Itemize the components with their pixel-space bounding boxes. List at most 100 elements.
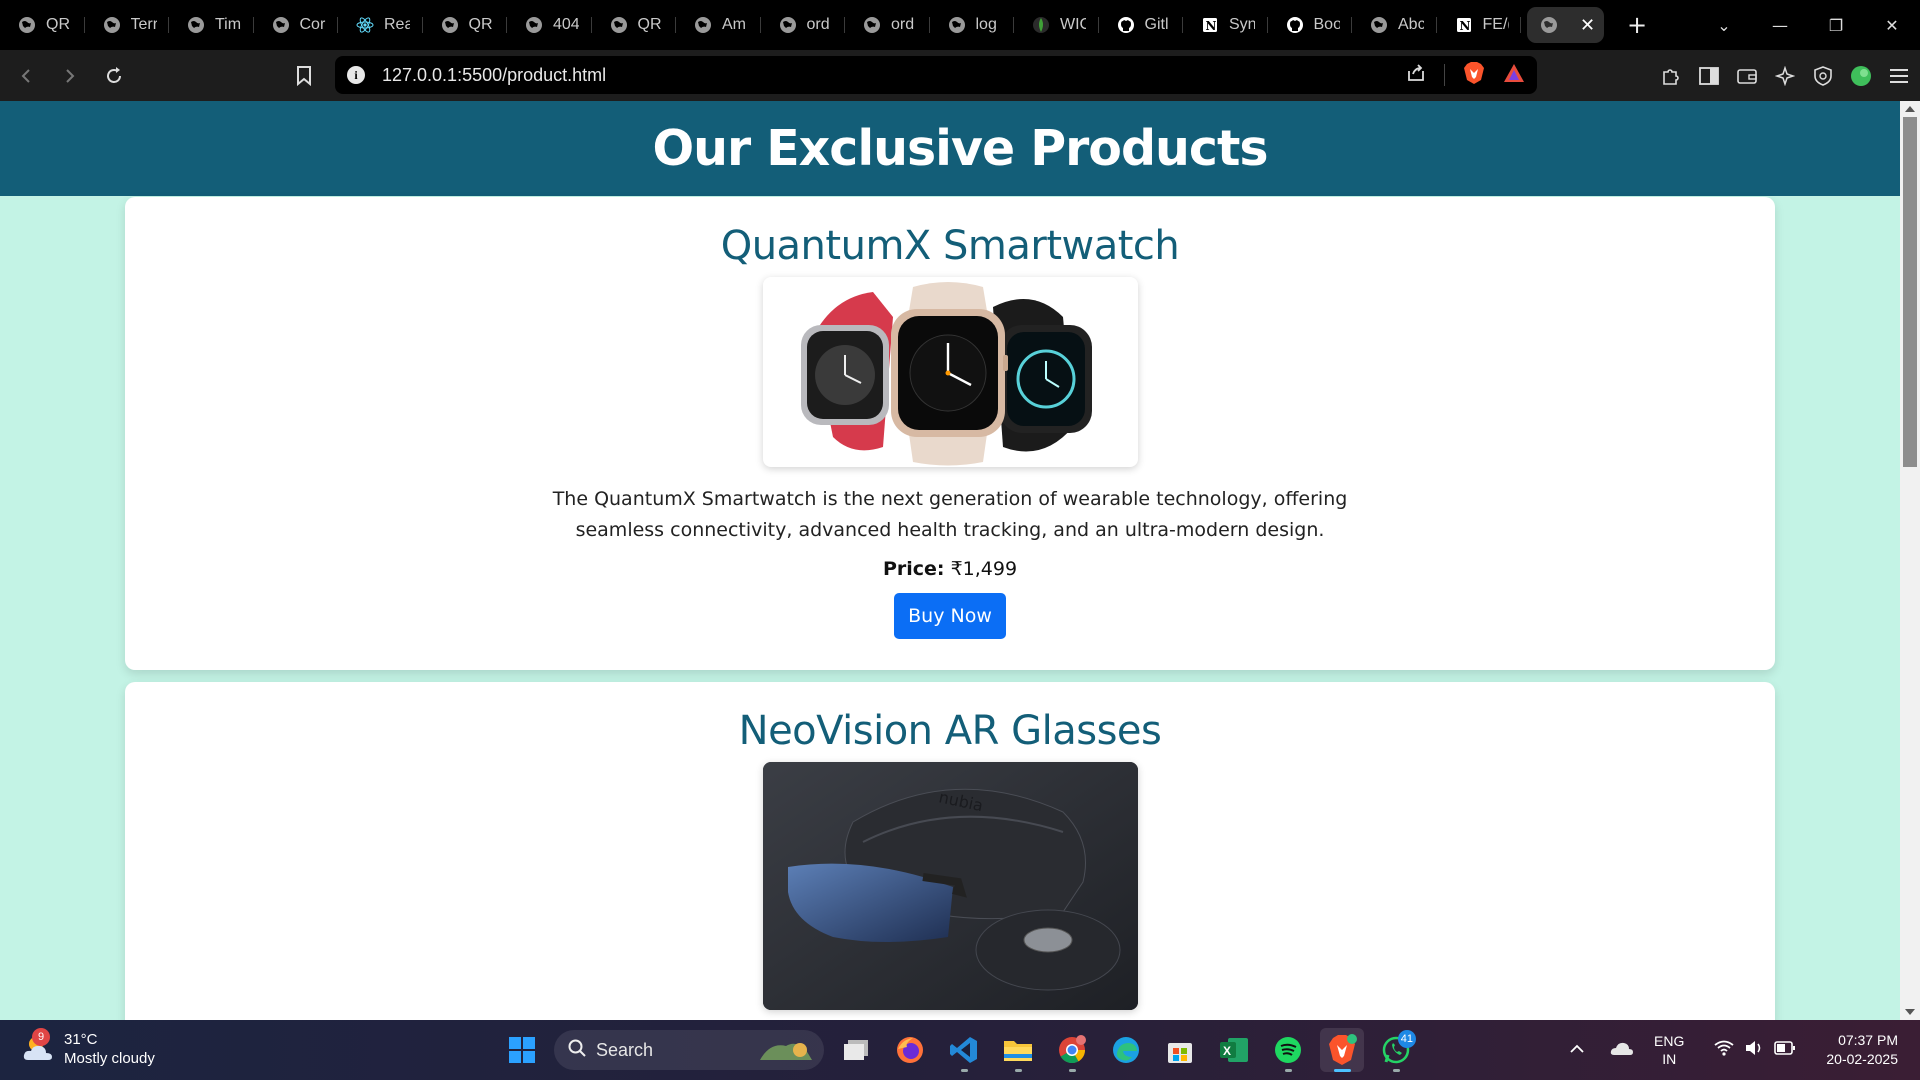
microsoft-store-icon[interactable]: [1158, 1028, 1202, 1072]
browser-tab[interactable]: Abc: [1352, 7, 1437, 43]
taskbar-apps: Search X 41: [500, 1020, 1428, 1080]
volume-icon[interactable]: [1744, 1040, 1764, 1061]
browser-tab[interactable]: ord: [761, 7, 846, 43]
wallet-icon[interactable]: [1736, 65, 1758, 87]
globe-icon: [187, 16, 205, 34]
tab-title: Gitl: [1144, 16, 1169, 33]
battery-icon[interactable]: [1774, 1040, 1796, 1060]
wifi-icon[interactable]: [1714, 1040, 1734, 1061]
sidebar-icon[interactable]: [1698, 65, 1720, 87]
brave-rewards-icon[interactable]: [1503, 63, 1525, 87]
notion-icon: N: [1201, 16, 1219, 34]
restore-button[interactable]: ❐: [1808, 16, 1864, 35]
browser-tab[interactable]: WIC: [1014, 7, 1099, 43]
tab-title: QR: [637, 16, 662, 33]
language-indicator[interactable]: ENG IN: [1654, 1032, 1684, 1068]
clock[interactable]: 07:37 PM 20-02-2025: [1826, 1031, 1898, 1069]
weather-widget[interactable]: 9 31°C Mostly cloudy: [22, 1028, 155, 1068]
ar-glasses-image: nubia: [762, 762, 1138, 1010]
brave-shields-icon[interactable]: [1463, 61, 1485, 89]
taskbar-search[interactable]: Search: [554, 1030, 824, 1070]
extensions-icon[interactable]: [1660, 65, 1682, 87]
back-button[interactable]: [8, 58, 44, 94]
tab-title: Syn: [1229, 16, 1255, 33]
whatsapp-icon[interactable]: 41: [1374, 1028, 1418, 1072]
site-info-icon[interactable]: i: [347, 66, 365, 84]
chevron-up-icon[interactable]: [1570, 1041, 1584, 1059]
product-card: QuantumX Smartwatch The QuantumX Smartwa…: [125, 197, 1775, 670]
close-window-button[interactable]: ✕: [1864, 16, 1920, 35]
svg-text:N: N: [1206, 19, 1217, 33]
firefox-icon[interactable]: [888, 1028, 932, 1072]
weather-condition: Mostly cloudy: [64, 1050, 155, 1067]
tab-title: Tim: [215, 16, 241, 33]
tab-search-icon[interactable]: ⌄: [1696, 16, 1752, 35]
onedrive-icon[interactable]: [1610, 1040, 1634, 1061]
tab-title: ord: [891, 16, 915, 33]
forward-button[interactable]: [52, 58, 88, 94]
minimize-button[interactable]: —: [1752, 16, 1808, 35]
globe-icon: [441, 16, 459, 34]
profile-avatar[interactable]: [1850, 65, 1872, 87]
scroll-up-arrow[interactable]: [1905, 106, 1915, 112]
tab-title: 404: [553, 16, 579, 33]
start-button[interactable]: [500, 1028, 544, 1072]
spotify-icon[interactable]: [1266, 1028, 1310, 1072]
browser-tab[interactable]: Tim: [169, 7, 254, 43]
globe-icon: [779, 16, 797, 34]
bookmark-icon[interactable]: [296, 66, 312, 90]
tab-title: Cor: [299, 16, 326, 33]
product-description: The QuantumX Smartwatch is the next gene…: [552, 488, 1348, 541]
share-icon[interactable]: [1406, 63, 1426, 87]
buy-now-button[interactable]: Buy Now: [894, 593, 1006, 639]
browser-tab[interactable]: N FE/(: [1437, 7, 1522, 43]
weather-badge: 9: [32, 1028, 50, 1046]
globe-icon: [694, 16, 712, 34]
url-text[interactable]: 127.0.0.1:5500/product.html: [382, 65, 606, 86]
globe-icon: [948, 16, 966, 34]
browser-tab[interactable]: QR: [423, 7, 508, 43]
browser-tab[interactable]: 404: [507, 7, 592, 43]
browser-tab[interactable]: log: [930, 7, 1015, 43]
scroll-down-arrow[interactable]: [1905, 1009, 1915, 1015]
browser-tab[interactable]: Boo: [1268, 7, 1353, 43]
browser-tab[interactable]: Terr: [85, 7, 170, 43]
edge-icon[interactable]: [1104, 1028, 1148, 1072]
tab-title: WIC: [1060, 16, 1086, 33]
file-explorer-icon[interactable]: [996, 1028, 1040, 1072]
vscode-icon[interactable]: [942, 1028, 986, 1072]
globe-icon: [1370, 16, 1388, 34]
leo-ai-icon[interactable]: [1774, 65, 1796, 87]
active-tab[interactable]: ✕: [1527, 7, 1604, 43]
browser-tab[interactable]: Cor: [254, 7, 339, 43]
menu-icon[interactable]: [1888, 65, 1910, 87]
tab-title: QR: [46, 16, 70, 33]
scrollbar-thumb[interactable]: [1903, 117, 1917, 467]
github-icon: [1117, 16, 1135, 34]
browser-tab[interactable]: QR: [0, 7, 85, 43]
vpn-icon[interactable]: [1812, 65, 1834, 87]
search-placeholder: Search: [596, 1039, 654, 1060]
new-tab-button[interactable]: +: [1622, 11, 1652, 39]
address-bar[interactable]: i 127.0.0.1:5500/product.html: [335, 56, 1537, 94]
globe-icon: [18, 16, 36, 34]
brave-browser-icon[interactable]: [1320, 1028, 1364, 1072]
task-view-icon[interactable]: [834, 1028, 878, 1072]
browser-tab[interactable]: Am: [676, 7, 761, 43]
browser-tab[interactable]: Rea: [338, 7, 423, 43]
browser-tab[interactable]: QR: [592, 7, 677, 43]
chrome-icon[interactable]: [1050, 1028, 1094, 1072]
smartwatch-image: [762, 277, 1138, 467]
vertical-scrollbar[interactable]: [1900, 101, 1920, 1020]
search-icon: [568, 1039, 586, 1062]
windows-taskbar: 9 31°C Mostly cloudy Search X 41 ENG IN …: [0, 1020, 1920, 1080]
browser-tab[interactable]: Gitl: [1099, 7, 1184, 43]
product-card: NeoVision AR Glasses nubia: [125, 682, 1775, 1020]
browser-tab[interactable]: ord: [845, 7, 930, 43]
close-tab-icon[interactable]: ✕: [1580, 15, 1595, 36]
excel-icon[interactable]: X: [1212, 1028, 1256, 1072]
globe-icon: [1540, 16, 1558, 34]
reload-button[interactable]: [96, 58, 132, 94]
browser-tab[interactable]: N Syn: [1183, 7, 1268, 43]
clock-date: 20-02-2025: [1826, 1051, 1898, 1067]
